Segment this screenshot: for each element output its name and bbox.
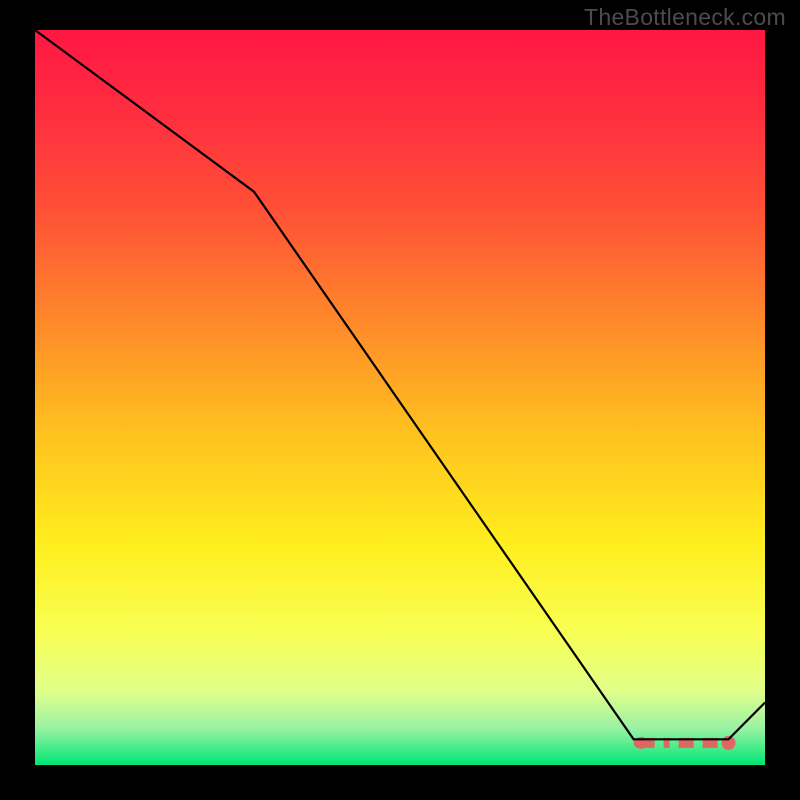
watermark-text: TheBottleneck.com [584, 4, 786, 31]
chart-frame: TheBottleneck.com [0, 0, 800, 800]
bottleneck-chart [0, 0, 800, 800]
plot-background [35, 30, 765, 765]
